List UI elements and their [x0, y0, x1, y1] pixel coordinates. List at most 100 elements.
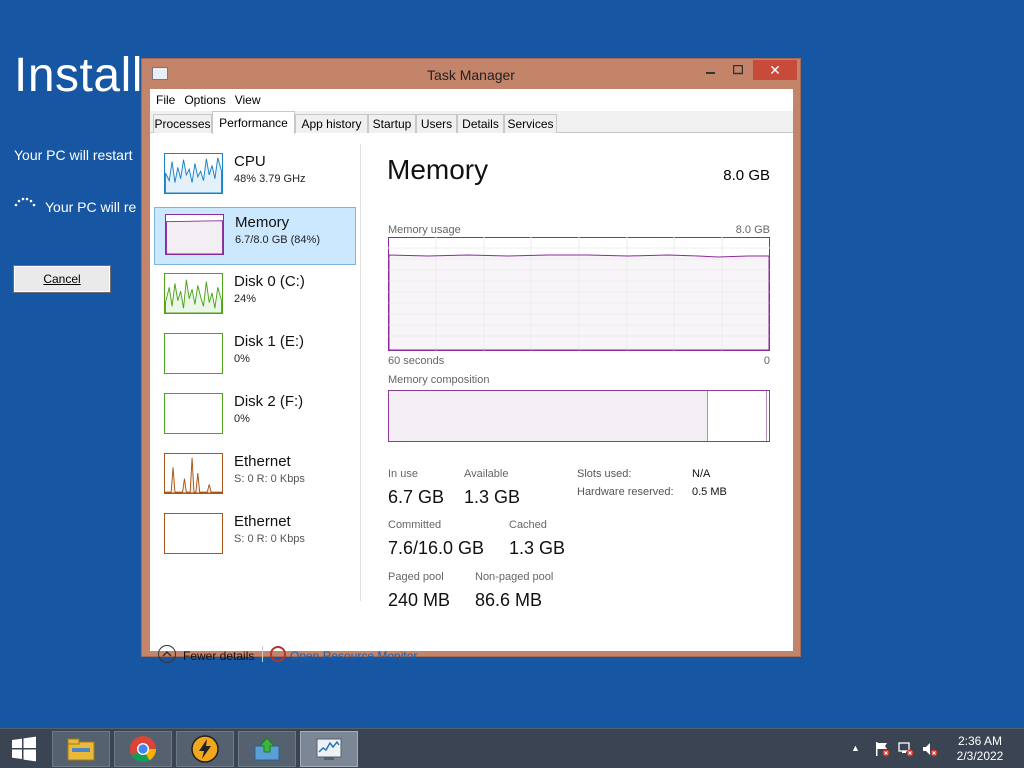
task-manager-icon — [316, 738, 342, 760]
memory-composition-label: Memory composition — [388, 374, 490, 386]
fewer-details-button[interactable]: Fewer details — [183, 649, 254, 663]
ethernet1-thumbnail-graph — [164, 453, 223, 494]
perf-item-value: 6.7/8.0 GB (84%) — [235, 234, 320, 246]
perf-item-value: 0% — [234, 413, 250, 425]
memory-title: Memory — [387, 154, 489, 185]
installer-progress-text: Your PC will re — [45, 199, 137, 215]
memory-usage-label: Memory usage — [388, 224, 461, 236]
perf-item-disk2[interactable]: Disk 2 (F:) 0% — [154, 387, 356, 445]
tab-startup[interactable]: Startup — [368, 114, 416, 133]
perf-item-ethernet-2[interactable]: Ethernet S: 0 R: 0 Kbps — [154, 507, 356, 565]
perf-item-label: Disk 2 (F:) — [234, 393, 304, 410]
tab-bar: Processes Performance App history Startu… — [150, 111, 793, 134]
in-use-value: 6.7 GB — [388, 487, 445, 507]
panel-divider — [360, 144, 361, 601]
perf-item-value: S: 0 R: 0 Kbps — [234, 533, 305, 545]
task-manager-client: File Options View Processes Performance … — [150, 89, 793, 663]
slots-used-label: Slots used: — [577, 468, 632, 480]
hardware-reserved-value: 0.5 MB — [692, 486, 727, 498]
menu-view[interactable]: View — [235, 89, 267, 111]
cached-label: Cached — [509, 519, 547, 531]
close-button[interactable]: ✕ — [753, 60, 797, 80]
composition-in-use — [389, 391, 709, 441]
show-hidden-icons-chevron-icon[interactable]: ▲ — [851, 743, 867, 759]
minimize-icon — [706, 72, 715, 74]
ethernet2-thumbnail-graph — [164, 513, 223, 554]
loading-spinner-icon — [14, 197, 36, 207]
action-center-flag-icon[interactable] — [874, 741, 890, 757]
maximize-icon — [733, 65, 743, 75]
perf-item-memory[interactable]: Memory 6.7/8.0 GB (84%) — [154, 207, 356, 265]
available-label: Available — [464, 468, 509, 480]
tab-details[interactable]: Details — [457, 114, 504, 133]
clock-time: 2:36 AM — [957, 734, 1003, 748]
lightning-icon — [191, 735, 219, 763]
chrome-icon — [130, 736, 157, 763]
disk0-thumbnail-graph — [164, 273, 223, 314]
network-icon[interactable] — [898, 741, 914, 757]
perf-item-value: 0% — [234, 353, 250, 365]
clock[interactable]: 2:36 AM 2/3/2022 — [950, 734, 1010, 764]
open-resource-monitor-link[interactable]: Open Resource Monitor — [290, 649, 417, 663]
maximize-button[interactable] — [725, 61, 751, 79]
taskbar-installer-app[interactable] — [238, 731, 296, 767]
perf-item-disk0[interactable]: Disk 0 (C:) 24% — [154, 267, 356, 325]
memory-total: 8.0 GB — [723, 167, 770, 184]
installer-title: Install — [14, 49, 143, 102]
title-bar[interactable]: Task Manager ✕ — [142, 59, 800, 89]
cpu-thumbnail-graph — [164, 153, 223, 194]
hardware-reserved-label: Hardware reserved: — [577, 486, 674, 498]
taskbar-chrome[interactable] — [114, 731, 172, 767]
installer-status-text: Your PC will restart — [14, 147, 133, 163]
perf-item-value: 24% — [234, 293, 257, 305]
memory-usage-graph — [388, 237, 770, 351]
folder-icon — [67, 738, 95, 761]
perf-item-label: Memory — [235, 214, 290, 231]
tab-performance[interactable]: Performance — [212, 111, 295, 134]
taskbar-power-app[interactable] — [176, 731, 234, 767]
cancel-button[interactable]: Cancel — [13, 265, 111, 293]
install-download-icon — [254, 737, 280, 761]
non-paged-pool-value: 86.6 MB — [475, 590, 543, 610]
footer-separator — [262, 646, 263, 662]
time-min-label: 0 — [763, 355, 770, 367]
disk1-thumbnail-graph — [164, 333, 223, 374]
composition-modified — [766, 391, 769, 441]
disk2-thumbnail-graph — [164, 393, 223, 434]
slots-used-value: N/A — [692, 468, 711, 480]
perf-item-value: 48% 3.79 GHz — [234, 173, 306, 185]
menu-file[interactable]: File — [156, 89, 181, 111]
perf-item-label: Ethernet — [234, 453, 291, 470]
tab-processes[interactable]: Processes — [153, 114, 212, 133]
tab-services[interactable]: Services — [504, 114, 557, 133]
taskbar-file-explorer[interactable] — [52, 731, 110, 767]
perf-item-ethernet-1[interactable]: Ethernet S: 0 R: 0 Kbps — [154, 447, 356, 505]
volume-muted-icon[interactable] — [922, 741, 938, 757]
perf-item-label: CPU — [234, 153, 266, 170]
fewer-details-chevron-up-icon[interactable] — [158, 645, 176, 663]
in-use-label: In use — [388, 468, 418, 480]
taskbar: ▲ 2:36 AM 2/3/2022 — [0, 728, 1024, 768]
perf-item-label: Ethernet — [234, 513, 291, 530]
clock-date: 2/3/2022 — [956, 749, 1004, 763]
tab-users[interactable]: Users — [416, 114, 457, 133]
paged-pool-value: 240 MB — [388, 590, 451, 610]
memory-thumbnail-graph — [165, 214, 224, 255]
resource-monitor-icon — [270, 646, 286, 662]
task-manager-window: Task Manager ✕ File Options View Process… — [141, 58, 801, 663]
memory-usage-max: 8.0 GB — [735, 224, 770, 236]
start-button[interactable] — [0, 729, 48, 768]
perf-item-label: Disk 1 (E:) — [234, 333, 305, 350]
time-span-label: 60 seconds — [388, 355, 445, 367]
menu-options[interactable]: Options — [184, 89, 231, 111]
committed-label: Committed — [388, 519, 442, 531]
minimize-button[interactable] — [698, 61, 724, 79]
non-paged-pool-label: Non-paged pool — [475, 571, 554, 583]
tab-app-history[interactable]: App history — [295, 114, 368, 133]
cached-value: 1.3 GB — [509, 538, 566, 558]
close-icon: ✕ — [769, 61, 781, 78]
taskbar-task-manager[interactable] — [300, 731, 358, 767]
perf-item-cpu[interactable]: CPU 48% 3.79 GHz — [154, 147, 356, 205]
windows-logo-icon — [12, 736, 36, 762]
perf-item-disk1[interactable]: Disk 1 (E:) 0% — [154, 327, 356, 385]
